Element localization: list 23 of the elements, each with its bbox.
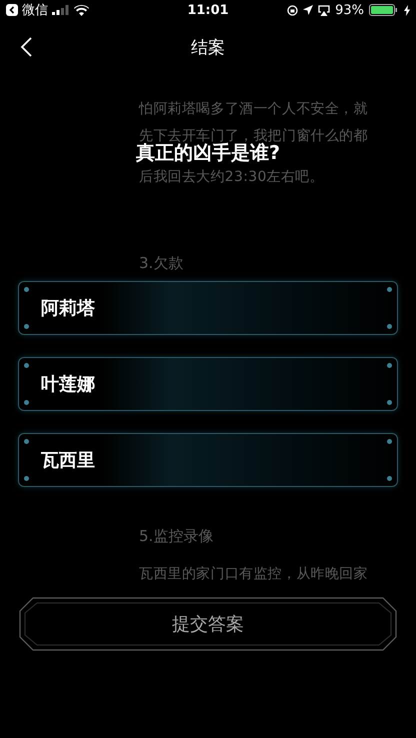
wifi-icon <box>74 4 89 16</box>
answer-option[interactable]: 瓦西里 <box>18 433 398 487</box>
answer-option[interactable]: 叶莲娜 <box>18 357 398 411</box>
airplay-icon <box>318 4 330 16</box>
submit-button[interactable]: 提交答案 <box>19 597 397 651</box>
back-app-icon[interactable] <box>6 4 18 16</box>
page-title: 结案 <box>191 36 225 58</box>
battery-icon <box>369 4 400 16</box>
status-time: 11:01 <box>187 2 229 18</box>
clue-text: 瓦西里的家门口有监控，从昨晚回家 <box>139 565 368 584</box>
rotation-lock-icon <box>287 4 298 16</box>
clue-text: 怕阿莉塔喝多了酒一个人不安全，就 <box>139 100 368 119</box>
signal-icon <box>52 5 70 15</box>
question-title: 真正的凶手是谁? <box>136 142 280 164</box>
clue-heading: 5.监控录像 <box>139 526 214 547</box>
charging-icon <box>404 4 410 16</box>
clue-text: 先下去开车门了，我把门窗什么的都 <box>139 127 368 144</box>
location-icon <box>303 5 314 15</box>
back-app-label[interactable]: 微信 <box>22 1 48 19</box>
clue-heading: 3.欠款 <box>139 253 184 274</box>
answer-option[interactable]: 阿莉塔 <box>18 281 398 335</box>
battery-percent: 93% <box>335 2 364 18</box>
clue-text: 后我回去大约23:30左右吧。 <box>139 168 324 187</box>
